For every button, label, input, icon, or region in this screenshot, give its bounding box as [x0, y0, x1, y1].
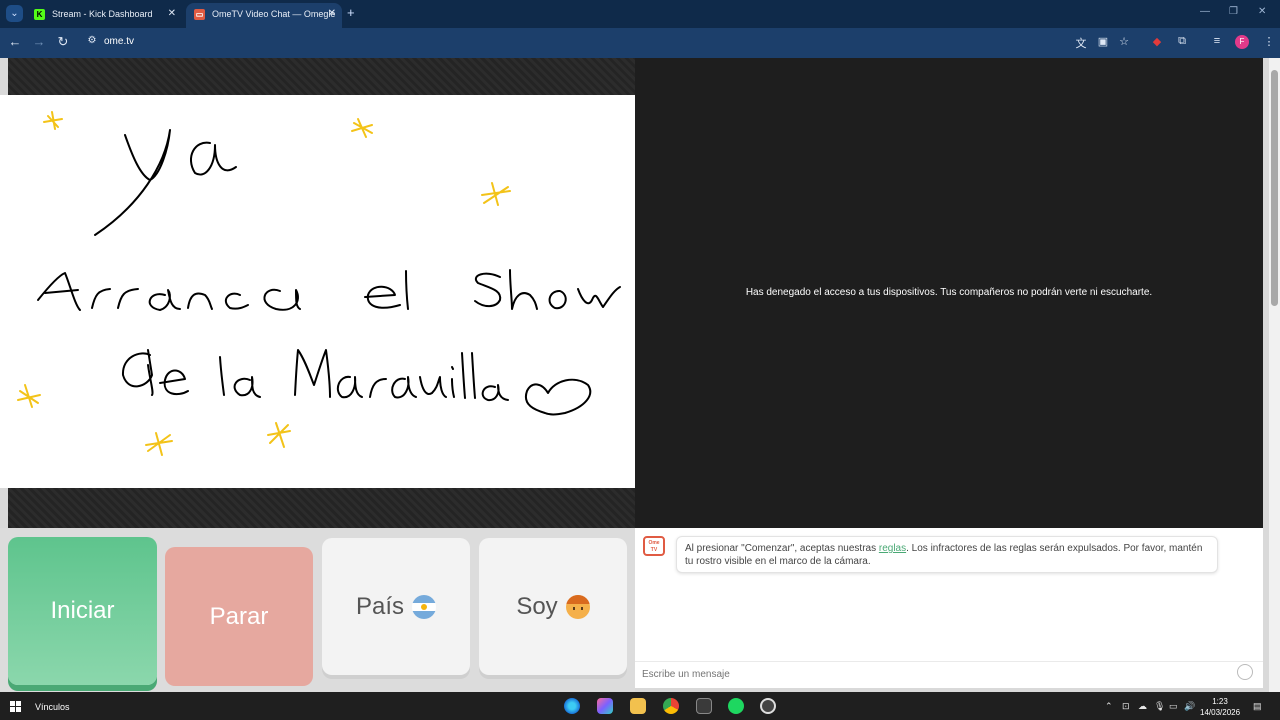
kick-icon: K	[34, 9, 45, 20]
profile-avatar[interactable]: F	[1235, 35, 1249, 49]
close-tab-icon[interactable]: ✕	[328, 3, 336, 25]
country-label: País	[355, 592, 405, 620]
extension-icon[interactable]: ◆	[1150, 35, 1164, 48]
microphone-icon[interactable]: 🎙	[1154, 701, 1165, 712]
notice-text-start: Al presionar "Comenzar", aceptas nuestra…	[685, 543, 879, 554]
translate-icon[interactable]: 文	[1074, 35, 1088, 51]
stop-button[interactable]: Parar	[165, 547, 313, 686]
back-icon[interactable]: ←	[7, 34, 23, 49]
store-icon[interactable]	[696, 698, 712, 714]
obs-icon[interactable]	[760, 698, 776, 714]
links-toolbar-label[interactable]: Vínculos	[35, 702, 70, 712]
taskbar-clock[interactable]: 1:23 14/03/2026	[1200, 696, 1240, 718]
chrome-icon[interactable]	[663, 698, 679, 714]
new-tab-button[interactable]: +	[347, 5, 355, 20]
notifications-icon[interactable]: ▤	[1253, 701, 1262, 712]
tray-app-icon[interactable]: ⊡	[1122, 701, 1130, 712]
chat-logo-text: Ome TV	[648, 540, 660, 553]
clock-time: 1:23	[1212, 697, 1228, 706]
message-input[interactable]	[642, 667, 1222, 681]
tab-title: OmeTV Video Chat — Omegle	[212, 9, 336, 19]
boy-face-icon	[565, 594, 590, 619]
handwritten-drawing	[0, 95, 642, 488]
tab-kick-dashboard[interactable]: K Stream - Kick Dashboard ✕	[26, 3, 182, 28]
spotify-icon[interactable]	[728, 698, 744, 714]
bookmark-star-icon[interactable]: ☆	[1117, 35, 1131, 48]
scrollbar-thumb[interactable]	[1271, 70, 1278, 306]
close-window-icon[interactable]: ✕	[1258, 6, 1266, 17]
extensions-puzzle-icon[interactable]: ⧉	[1175, 35, 1189, 48]
tray-overflow-icon[interactable]: ⌃	[1105, 701, 1113, 712]
cast-icon[interactable]: ▣	[1096, 35, 1110, 48]
country-selector-button[interactable]: País	[322, 538, 470, 675]
tab-ometv[interactable]: ▭ OmeTV Video Chat — Omegle ✕	[186, 3, 342, 28]
device-denied-message: Has denegado el acceso a tus dispositivo…	[745, 287, 1153, 298]
ometv-icon: ▭	[194, 9, 205, 20]
drawing-canvas	[17, 111, 621, 456]
clock-date: 14/03/2026	[1200, 708, 1241, 717]
start-button-label: Iniciar	[50, 597, 115, 624]
browser-menu-icon[interactable]: ⋮	[1262, 35, 1276, 48]
argentina-flag-icon	[412, 594, 437, 619]
start-button[interactable]: Iniciar	[8, 537, 157, 685]
tab-title: Stream - Kick Dashboard	[52, 9, 153, 19]
emoji-picker-icon[interactable]	[1237, 664, 1253, 680]
browser-toolbar	[0, 28, 1280, 58]
gender-label: Soy	[516, 592, 558, 620]
minimize-icon[interactable]: —	[1200, 6, 1210, 17]
windows-start-icon[interactable]	[10, 701, 21, 712]
address-bar[interactable]: ome.tv	[104, 36, 134, 47]
reload-icon[interactable]: ↻	[55, 34, 71, 50]
close-tab-icon[interactable]: ✕	[168, 3, 176, 25]
network-icon[interactable]: ▭	[1169, 701, 1178, 712]
gender-selector-button[interactable]: Soy	[479, 538, 627, 675]
site-info-icon[interactable]: ⚙	[84, 35, 100, 46]
rules-link[interactable]: reglas	[879, 543, 906, 554]
stop-button-label: Parar	[209, 602, 269, 630]
ometv-logo-icon: Ome TV	[643, 536, 665, 556]
rules-notice: Al presionar "Comenzar", aceptas nuestra…	[676, 536, 1218, 573]
onedrive-icon[interactable]: ☁	[1138, 701, 1147, 712]
reading-list-icon[interactable]: ≡	[1210, 35, 1224, 47]
restore-icon[interactable]: ❐	[1229, 6, 1238, 17]
file-explorer-icon[interactable]	[630, 698, 646, 714]
copilot-icon[interactable]	[597, 698, 613, 714]
tab-search-button[interactable]: ⌄	[6, 5, 23, 22]
volume-icon[interactable]: 🔊	[1184, 701, 1195, 712]
edge-icon[interactable]	[564, 698, 580, 714]
forward-icon[interactable]: →	[31, 34, 47, 49]
